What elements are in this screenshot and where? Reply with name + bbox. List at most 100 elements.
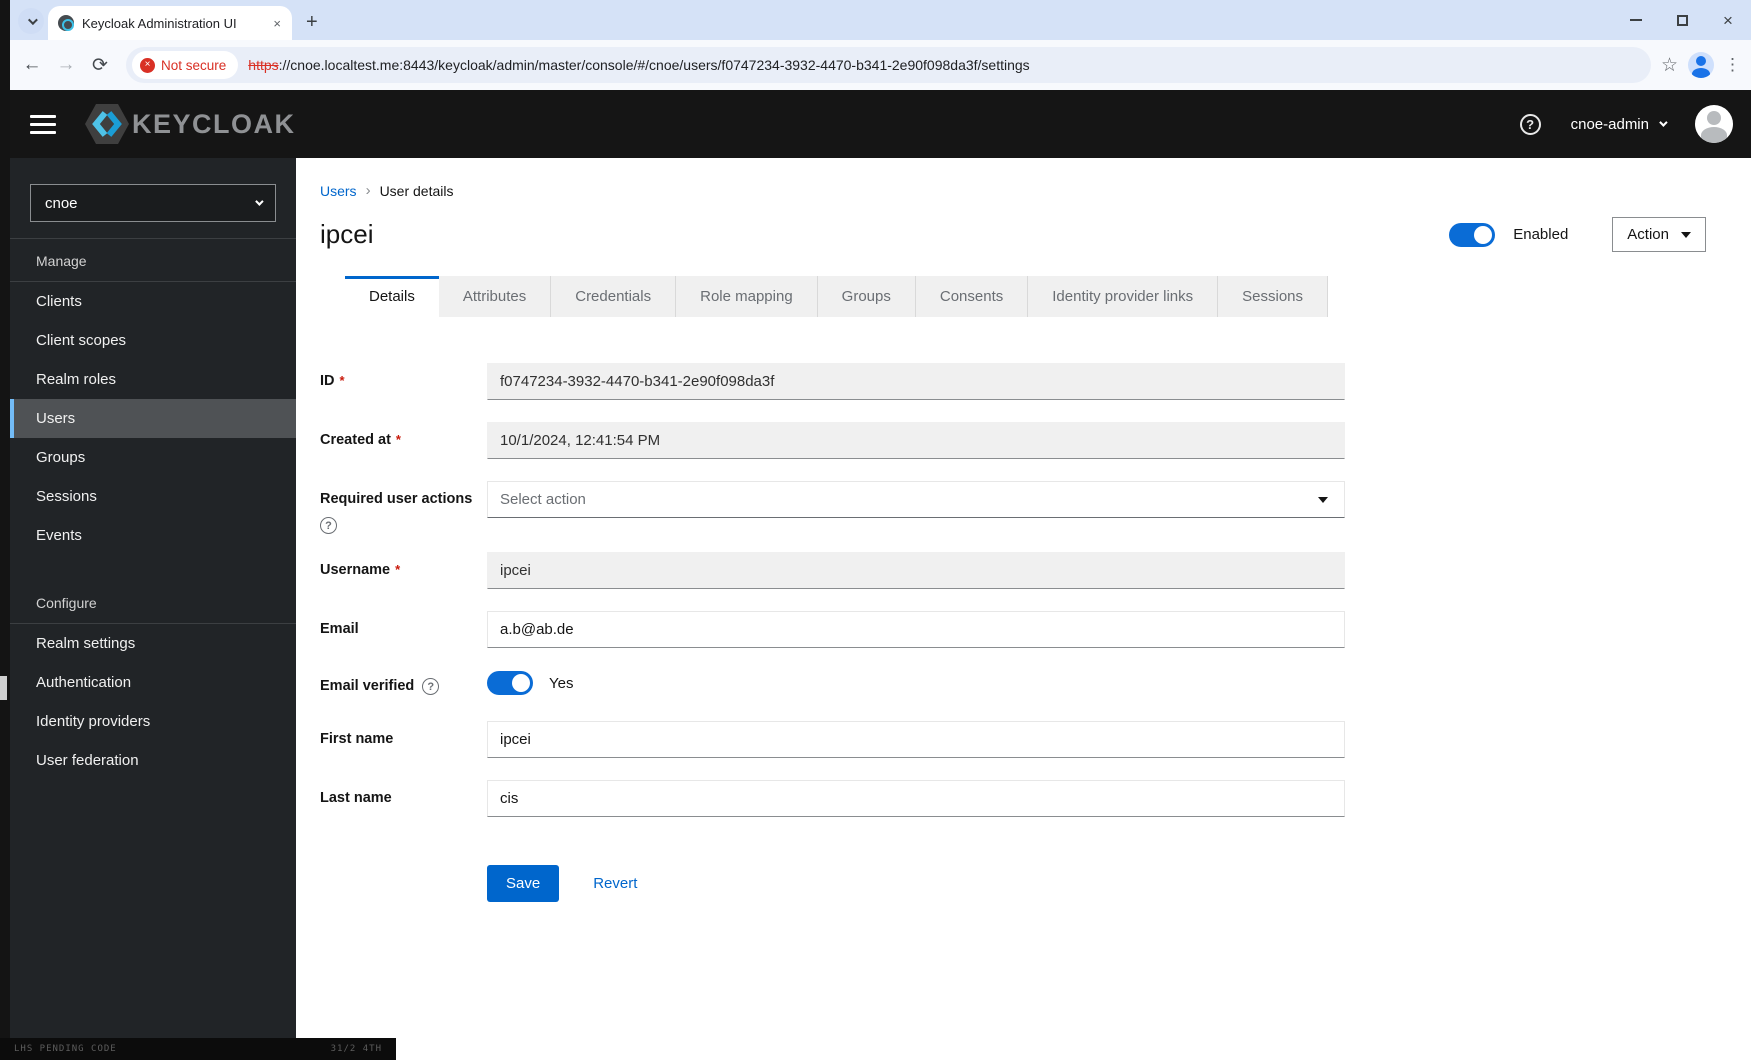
sidebar-item-client-scopes[interactable]: Client scopes <box>10 321 296 360</box>
sidebar-item-identity-providers[interactable]: Identity providers <box>10 702 296 741</box>
realm-selector[interactable]: cnoe <box>30 184 276 222</box>
brand-text: KEYCLOAK <box>132 108 296 139</box>
url-text: https://cnoe.localtest.me:8443/keycloak/… <box>248 57 1029 73</box>
revert-link[interactable]: Revert <box>593 875 637 892</box>
new-tab-button[interactable]: + <box>306 12 318 32</box>
sidebar-item-sessions[interactable]: Sessions <box>10 477 296 516</box>
username-label: Username * <box>320 562 401 578</box>
forward-button[interactable]: → <box>50 49 82 81</box>
enabled-label: Enabled <box>1513 226 1569 243</box>
tab-close-icon[interactable]: × <box>270 16 284 31</box>
nav-toggle-hamburger-icon[interactable] <box>30 114 56 134</box>
tab-search-button[interactable] <box>18 8 44 34</box>
username-field <box>487 552 1345 589</box>
main-content: Users › User details ipcei Enabled Actio… <box>296 158 1751 1060</box>
email-field[interactable] <box>487 611 1345 648</box>
keycloak-logo: KEYCLOAK <box>84 99 296 149</box>
bookmark-star-icon[interactable]: ☆ <box>1661 54 1678 77</box>
first-name-label: First name <box>320 731 394 747</box>
sidebar-item-users[interactable]: Users <box>10 399 296 438</box>
window-controls: × <box>1613 0 1751 40</box>
url-rest: ://cnoe.localtest.me:8443/keycloak/admin… <box>278 57 1030 73</box>
user-menu-label: cnoe-admin <box>1570 115 1649 133</box>
tab-bar: Details Attributes Credentials Role mapp… <box>345 276 1751 317</box>
required-marker: * <box>395 562 401 577</box>
not-secure-icon: × <box>140 57 155 73</box>
browser-toolbar: ← → ⟳ × Not secure https://cnoe.localtes… <box>10 40 1751 90</box>
email-verified-label: Email verified ? <box>320 668 487 695</box>
background-window-edge <box>0 0 10 1060</box>
caret-down-icon <box>1318 496 1328 503</box>
enabled-toggle[interactable] <box>1449 222 1496 247</box>
maximize-icon <box>1676 14 1688 26</box>
required-marker: * <box>339 373 345 388</box>
tab-attributes[interactable]: Attributes <box>438 276 552 317</box>
sidebar-section-configure: Configure <box>10 581 296 624</box>
keycloak-masthead: KEYCLOAK ? cnoe-admin <box>10 90 1751 158</box>
url-scheme: https <box>248 57 279 73</box>
window-minimize-button[interactable] <box>1613 0 1659 40</box>
close-icon: × <box>1723 10 1733 30</box>
sidebar-item-realm-settings[interactable]: Realm settings <box>10 624 296 663</box>
sidebar: cnoe Manage Clients Client scopes Realm … <box>10 158 296 1060</box>
window-close-button[interactable]: × <box>1705 0 1751 40</box>
browser-profile-avatar[interactable] <box>1688 52 1714 78</box>
tab-groups[interactable]: Groups <box>817 276 916 317</box>
tab-credentials[interactable]: Credentials <box>551 276 677 317</box>
save-button[interactable]: Save <box>487 865 560 902</box>
keycloak-favicon <box>58 15 74 31</box>
address-bar[interactable]: × Not secure https://cnoe.localtest.me:8… <box>126 47 1651 83</box>
created-at-label: Created at * <box>320 432 401 448</box>
last-name-label: Last name <box>320 790 392 806</box>
background-fragment-text-left: LHS PENDING CODE <box>14 1044 117 1054</box>
help-icon[interactable]: ? <box>320 517 337 534</box>
created-at-field <box>487 422 1345 459</box>
breadcrumb-separator-icon: › <box>365 182 371 199</box>
tab-consents[interactable]: Consents <box>915 276 1029 317</box>
window-maximize-button[interactable] <box>1659 0 1705 40</box>
first-name-field[interactable] <box>487 721 1345 758</box>
last-name-field[interactable] <box>487 780 1345 817</box>
title-controls: Enabled Action <box>1449 217 1706 252</box>
required-user-actions-label: Required user actions ? <box>320 481 487 534</box>
avatar[interactable] <box>1695 105 1733 143</box>
browser-tab[interactable]: Keycloak Administration UI × <box>48 6 292 40</box>
not-secure-label: Not secure <box>161 57 227 73</box>
reload-button[interactable]: ⟳ <box>84 49 116 81</box>
keycloak-logo-icon <box>85 104 129 144</box>
help-icon[interactable]: ? <box>1519 113 1541 135</box>
tab-identity-provider-links[interactable]: Identity provider links <box>1028 276 1219 317</box>
chevron-down-icon <box>255 197 264 206</box>
action-dropdown-label: Action <box>1627 226 1669 243</box>
tab-role-mapping[interactable]: Role mapping <box>676 276 818 317</box>
tab-title: Keycloak Administration UI <box>82 15 237 31</box>
site-security-chip[interactable]: × Not secure <box>132 51 239 79</box>
required-user-actions-select[interactable]: Select action <box>487 481 1345 518</box>
sidebar-item-clients[interactable]: Clients <box>10 282 296 321</box>
required-user-actions-placeholder: Select action <box>500 491 586 508</box>
sidebar-item-authentication[interactable]: Authentication <box>10 663 296 702</box>
action-dropdown-button[interactable]: Action <box>1612 217 1706 252</box>
email-verified-toggle[interactable] <box>487 671 533 695</box>
user-menu[interactable]: cnoe-admin <box>1570 115 1668 133</box>
sidebar-item-user-federation[interactable]: User federation <box>10 741 296 780</box>
sidebar-item-realm-roles[interactable]: Realm roles <box>10 360 296 399</box>
background-fragment-text-right: 31/2 4TH <box>330 1044 382 1054</box>
sidebar-section-manage: Manage <box>10 239 296 282</box>
browser-menu-icon[interactable]: ⋮ <box>1724 55 1741 75</box>
masthead-right: ? cnoe-admin <box>1519 105 1733 143</box>
chevron-down-icon <box>1659 118 1668 127</box>
realm-selector-value: cnoe <box>45 194 78 212</box>
back-button[interactable]: ← <box>16 49 48 81</box>
tab-sessions[interactable]: Sessions <box>1218 276 1329 317</box>
breadcrumb-users-link[interactable]: Users <box>320 183 357 199</box>
sidebar-item-events[interactable]: Events <box>10 516 296 555</box>
user-details-form: ID* Created at* Required user actions ? … <box>320 363 1345 902</box>
help-icon[interactable]: ? <box>422 678 440 695</box>
minimize-icon <box>1630 19 1642 21</box>
email-label: Email <box>320 621 359 637</box>
email-verified-state: Yes <box>549 674 574 692</box>
chevron-down-icon <box>27 14 38 25</box>
tab-details[interactable]: Details <box>345 276 439 317</box>
sidebar-item-groups[interactable]: Groups <box>10 438 296 477</box>
